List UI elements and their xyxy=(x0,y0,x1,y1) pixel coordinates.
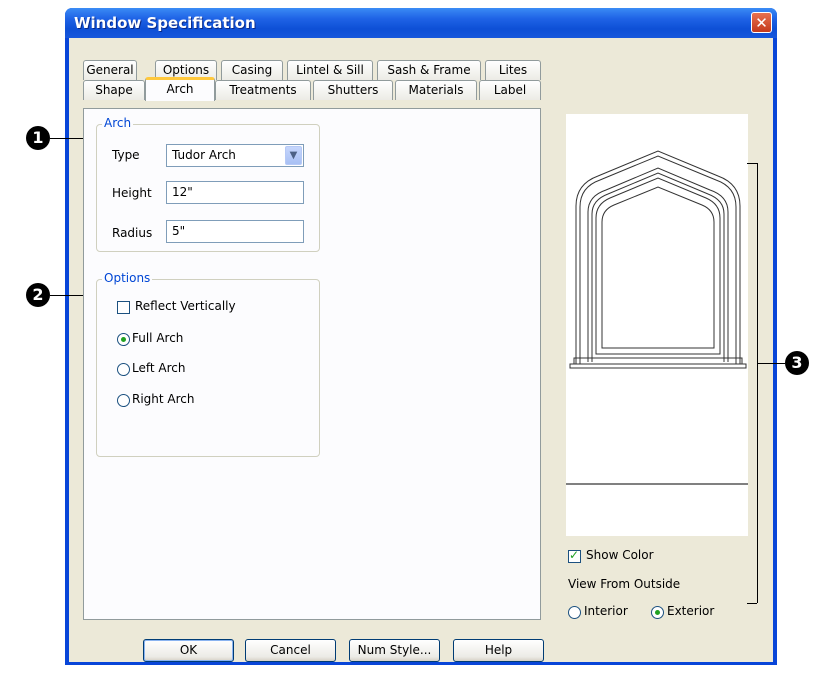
callout-3-bracket-bottom xyxy=(747,603,757,604)
window-preview-drawing xyxy=(566,150,748,485)
tab-materials[interactable]: Materials xyxy=(395,80,477,100)
close-icon: ✕ xyxy=(755,14,768,32)
chevron-down-icon[interactable]: ▼ xyxy=(285,146,302,165)
callout-1: 1 xyxy=(26,126,50,150)
callout-3-bracket-top xyxy=(747,163,757,164)
cancel-button[interactable]: Cancel xyxy=(245,639,336,662)
left-arch-radio[interactable] xyxy=(117,363,130,376)
tab-label-tab[interactable]: Label xyxy=(479,80,541,100)
callout-3-leader xyxy=(757,363,785,364)
tab-label: Treatments xyxy=(229,83,297,97)
help-button[interactable]: Help xyxy=(453,639,544,662)
type-value: Tudor Arch xyxy=(172,148,236,162)
radius-input[interactable]: 5" xyxy=(166,220,304,243)
title-bar[interactable]: Window Specification ✕ xyxy=(65,8,777,38)
right-arch-label[interactable]: Right Arch xyxy=(132,392,195,406)
tab-label: Label xyxy=(493,83,527,97)
tab-treatments[interactable]: Treatments xyxy=(215,80,311,100)
reflect-vertically-label[interactable]: Reflect Vertically xyxy=(135,299,236,313)
radius-value: 5" xyxy=(172,224,186,238)
left-arch-label[interactable]: Left Arch xyxy=(132,361,185,375)
exterior-radio[interactable] xyxy=(651,606,664,619)
full-arch-label[interactable]: Full Arch xyxy=(132,331,183,345)
ok-button-label: OK xyxy=(179,643,198,657)
tab-label: Sash & Frame xyxy=(387,63,471,77)
tab-casing[interactable]: Casing xyxy=(221,60,283,80)
reflect-vertically-checkbox[interactable] xyxy=(117,301,130,314)
tab-label: General xyxy=(86,63,134,77)
full-arch-radio[interactable] xyxy=(117,333,130,346)
tab-label: Materials xyxy=(408,83,464,97)
show-color-checkbox[interactable] xyxy=(568,548,581,563)
close-button[interactable]: ✕ xyxy=(751,12,772,33)
dialog-client-area: General Options Casing Lintel & Sill Sas… xyxy=(69,38,773,662)
height-input[interactable]: 12" xyxy=(166,181,304,204)
view-from-outside-label: View From Outside xyxy=(568,577,681,591)
right-arch-radio[interactable] xyxy=(117,394,130,407)
ok-button[interactable]: OK xyxy=(143,639,234,662)
tab-label: Arch xyxy=(166,82,194,96)
help-button-label: Help xyxy=(484,643,513,657)
interior-label[interactable]: Interior xyxy=(584,604,628,618)
height-label: Height xyxy=(112,186,152,200)
exterior-label[interactable]: Exterior xyxy=(667,604,714,618)
tab-lites[interactable]: Lites xyxy=(485,60,541,80)
callout-3: 3 xyxy=(785,351,809,375)
interior-radio[interactable] xyxy=(568,606,581,619)
dialog-window: Window Specification ✕ General Options C… xyxy=(65,8,777,665)
window-title: Window Specification xyxy=(74,14,256,32)
show-color-label[interactable]: Show Color xyxy=(586,548,654,562)
height-value: 12" xyxy=(172,185,193,199)
tab-lintel-sill[interactable]: Lintel & Sill xyxy=(287,60,373,80)
tab-shutters[interactable]: Shutters xyxy=(313,80,393,100)
tab-arch[interactable]: Arch xyxy=(145,77,215,101)
type-label: Type xyxy=(112,148,140,162)
options-group-label: Options xyxy=(102,271,153,285)
tab-label: Shape xyxy=(95,83,133,97)
callout-3-bracket xyxy=(757,163,758,603)
tab-sash-frame[interactable]: Sash & Frame xyxy=(377,60,481,80)
cancel-button-label: Cancel xyxy=(270,643,311,657)
tab-label: Shutters xyxy=(327,83,379,97)
radius-label: Radius xyxy=(112,226,153,240)
window-preview[interactable] xyxy=(566,114,748,536)
tab-label: Lintel & Sill xyxy=(296,63,364,77)
tab-general[interactable]: General xyxy=(83,60,137,80)
num-style-button-label: Num Style... xyxy=(357,643,432,657)
tab-label: Options xyxy=(162,63,210,77)
type-select[interactable]: Tudor Arch ▼ xyxy=(166,144,304,167)
tab-label: Lites xyxy=(498,63,528,77)
arch-group-label: Arch xyxy=(102,116,134,130)
callout-2: 2 xyxy=(26,283,50,307)
num-style-button[interactable]: Num Style... xyxy=(349,639,440,662)
tab-label: Casing xyxy=(231,63,273,77)
tab-shape[interactable]: Shape xyxy=(83,80,145,100)
arch-tab-panel: Arch Type Tudor Arch ▼ Height 12" Radius… xyxy=(83,108,541,620)
